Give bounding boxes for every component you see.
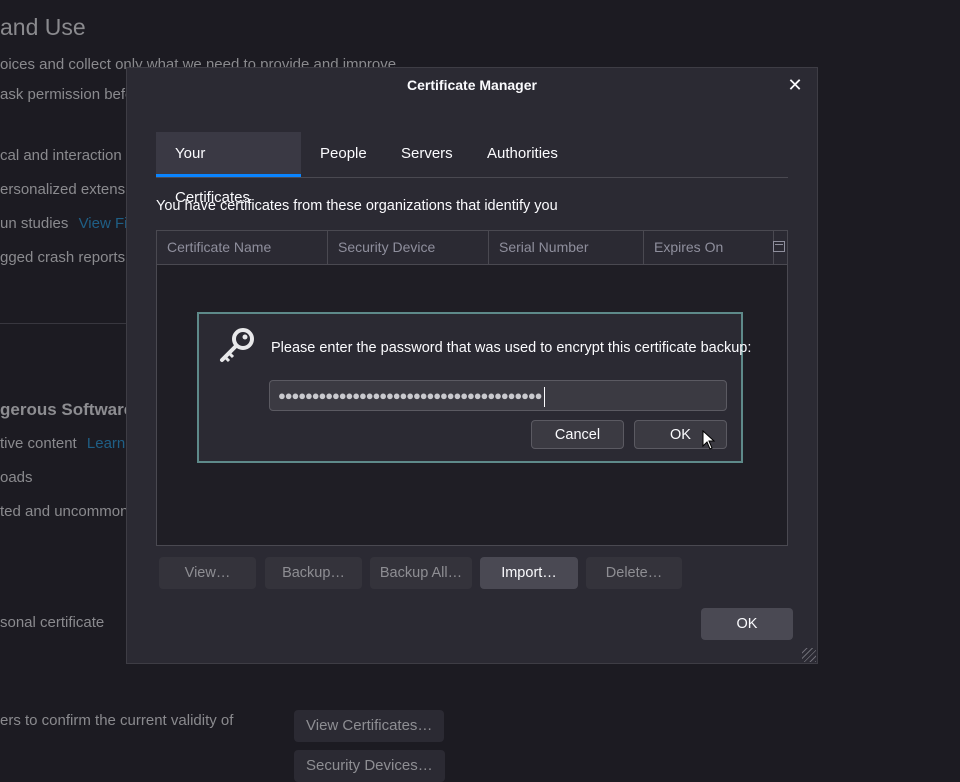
view-button[interactable]: View… — [159, 557, 256, 589]
section-heading-data-use: and Use — [0, 14, 86, 40]
certificates-intro-text: You have certificates from these organiz… — [156, 198, 558, 214]
prompt-cancel-button[interactable]: Cancel — [531, 420, 624, 449]
import-button[interactable]: Import… — [480, 557, 578, 589]
bg-text-line: ers to confirm the current validity of — [0, 712, 234, 729]
column-header-serial-number[interactable]: Serial Number — [488, 231, 643, 264]
password-masked-value: ●●●●●●●●●●●●●●●●●●●●●●●●●●●●●●●●●●●●●●● — [278, 388, 542, 403]
column-picker-icon — [773, 241, 785, 252]
learn-more-link[interactable]: Learn — [87, 435, 125, 452]
certificate-action-buttons: View… Backup… Backup All… Import… Delete… — [127, 557, 819, 589]
tab-servers[interactable]: Servers — [382, 132, 472, 177]
column-header-security-device[interactable]: Security Device — [327, 231, 488, 264]
bg-text-line: cal and interaction d — [0, 147, 135, 164]
resize-grip-icon[interactable] — [802, 648, 816, 662]
view-firefox-studies-link[interactable]: View Fi — [79, 215, 128, 232]
column-picker-button[interactable] — [773, 231, 787, 264]
section-divider — [0, 323, 126, 324]
key-icon — [220, 328, 254, 363]
password-prompt-dialog: Please enter the password that was used … — [197, 312, 751, 463]
backup-all-button[interactable]: Backup All… — [370, 557, 472, 589]
column-header-certificate-name[interactable]: Certificate Name — [157, 231, 327, 264]
bg-text: tive content — [0, 435, 77, 452]
bg-text: un studies — [0, 215, 69, 232]
bg-text-line: sonal certificate — [0, 614, 105, 631]
section-heading-dangerous-software: gerous Software — [0, 400, 134, 419]
text-caret — [544, 386, 546, 407]
close-icon[interactable]: ✕ — [785, 75, 805, 95]
bg-text-line: gged crash reports — [0, 249, 126, 266]
password-input[interactable]: ●●●●●●●●●●●●●●●●●●●●●●●●●●●●●●●●●●●●●●● — [269, 380, 727, 411]
password-prompt-message: Please enter the password that was used … — [271, 340, 752, 356]
dialog-ok-button[interactable]: OK — [701, 608, 793, 640]
bg-text-line: un studies View Fi — [0, 215, 127, 232]
view-certificates-button[interactable]: View Certificates… — [294, 710, 445, 742]
certificate-tabs: Your Certificates People Servers Authori… — [156, 132, 788, 206]
security-devices-button[interactable]: Security Devices… — [294, 750, 445, 782]
dialog-title: Certificate Manager — [407, 77, 537, 93]
bg-text-line: ersonalized extensio — [0, 181, 137, 198]
tree-header: Certificate Name Security Device Serial … — [157, 231, 787, 265]
bg-text-line: oads — [0, 469, 33, 486]
tab-people[interactable]: People — [301, 132, 386, 177]
backup-button[interactable]: Backup… — [265, 557, 362, 589]
bg-text-line: ask permission befo — [0, 86, 134, 103]
bg-text-line: ted and uncommon — [0, 503, 129, 520]
bg-text-line: tive content Learn — [0, 435, 125, 452]
delete-button[interactable]: Delete… — [586, 557, 682, 589]
tab-authorities[interactable]: Authorities — [468, 132, 577, 177]
dialog-titlebar: Certificate Manager ✕ — [127, 68, 817, 102]
column-header-expires-on[interactable]: Expires On — [643, 231, 773, 264]
tab-your-certificates[interactable]: Your Certificates — [156, 132, 301, 206]
mouse-cursor-icon — [702, 430, 716, 450]
